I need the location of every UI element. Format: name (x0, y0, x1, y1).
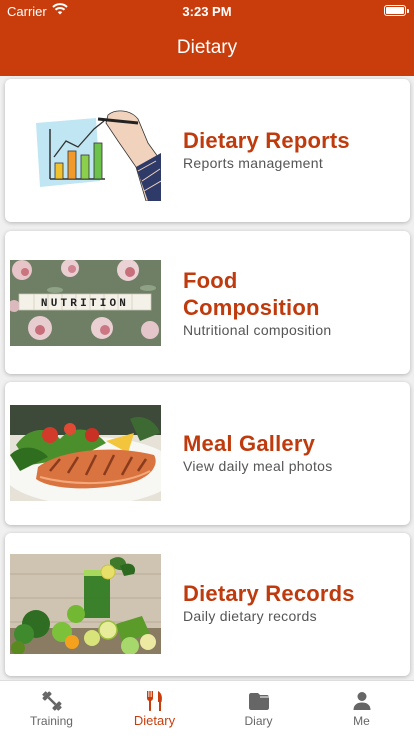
card-subtitle: View daily meal photos (183, 458, 333, 474)
tab-label: Diary (244, 714, 273, 728)
reports-illustration (10, 101, 161, 201)
card-subtitle: Reports management (183, 155, 324, 171)
fork-knife-icon (103, 689, 206, 713)
nutrition-photo: NUTRITION (10, 260, 161, 346)
food-composition-card[interactable]: NUTRITION Food Composition Nutritional c… (5, 231, 410, 374)
nutrition-tiles-text: NUTRITION (41, 298, 129, 310)
card-title: Dietary Records (183, 581, 355, 606)
battery-icon (384, 5, 409, 16)
header-bar: Carrier 3:23 PM Dietary (0, 0, 414, 76)
folder-icon (207, 689, 310, 713)
card-title: Dietary Reports (183, 128, 350, 153)
tab-label: Me (353, 714, 370, 728)
page-title: Dietary (176, 37, 238, 58)
tab-training[interactable]: Training (0, 681, 103, 736)
dietary-records-card[interactable]: Dietary Records Daily dietary records (5, 533, 410, 676)
dumbbell-icon (0, 689, 103, 713)
status-time: 3:23 PM (182, 4, 232, 19)
tab-diary[interactable]: Diary (207, 681, 310, 736)
status-bar: Carrier 3:23 PM (0, 0, 414, 22)
tab-label: Dietary (133, 713, 176, 728)
tab-dietary[interactable]: Dietary (103, 681, 206, 736)
tab-label: Training (30, 714, 73, 728)
card-title: Meal Gallery (183, 431, 316, 456)
meal-gallery-card[interactable]: Meal Gallery View daily meal photos (5, 382, 410, 525)
green-juice-photo (10, 554, 161, 654)
card-subtitle: Daily dietary records (183, 608, 317, 624)
card-title: Food Composition (183, 268, 320, 320)
dietary-reports-card[interactable]: Dietary Reports Reports management (5, 79, 410, 222)
card-subtitle: Nutritional composition (183, 322, 332, 338)
meal-photo (10, 405, 161, 501)
tab-bar: Training Dietary Diary Me (0, 680, 414, 736)
tab-me[interactable]: Me (310, 681, 413, 736)
person-icon (310, 689, 413, 713)
